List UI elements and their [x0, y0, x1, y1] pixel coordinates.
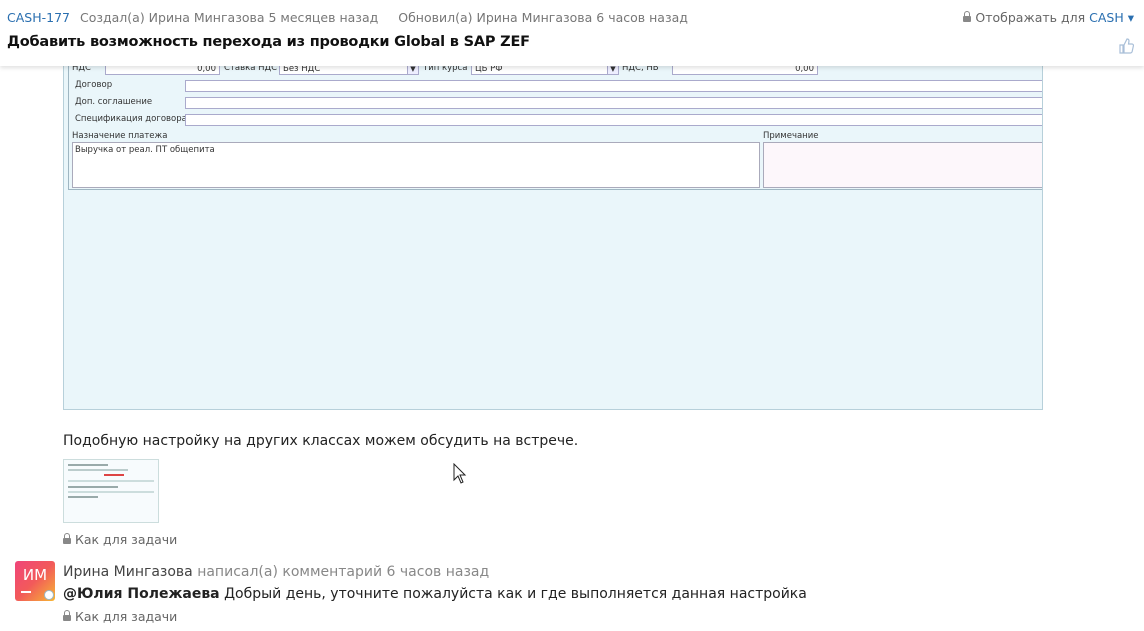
visibility-label: Как для задачи [75, 609, 178, 624]
addendum-field [185, 97, 1042, 109]
updated-info: Обновил(а) Ирина Мингазова 6 часов назад [398, 10, 688, 25]
visibility-dropdown[interactable]: Отображать для CASH ▾ [963, 10, 1134, 25]
status-badge-icon [44, 590, 54, 600]
note-label: Примечание [763, 131, 819, 141]
sap-screenshot: НДС 0,00 Ставка НДС Без НДС ▼ Тип курса Ц… [63, 56, 1043, 410]
contract-label: Договор [75, 80, 113, 90]
addendum-label: Доп. соглашение [75, 97, 153, 107]
note-textarea [763, 142, 1042, 188]
issue-title: Добавить возможность перехода из проводк… [7, 34, 530, 50]
comment-author[interactable]: Ирина Мингазова [63, 564, 193, 580]
lock-icon [63, 610, 71, 621]
purpose-label: Назначение платежа [72, 131, 168, 141]
lock-icon [63, 533, 71, 544]
comment-author-line: Ирина Мингазова написал(а) комментарий 6… [63, 564, 489, 580]
spec-label: Спецификация договора [75, 114, 187, 124]
contract-field [185, 80, 1042, 92]
spec-field [185, 114, 1042, 126]
thumbs-up-icon[interactable] [1118, 38, 1134, 54]
visibility-prefix: Отображать для [975, 10, 1086, 25]
comment-visibility: Как для задачи [63, 532, 177, 547]
comment-text: Добрый день, уточните пожалуйста как и г… [219, 586, 807, 602]
mouse-cursor-icon [453, 463, 467, 484]
description-text: Подобную настройку на других классах мож… [63, 433, 579, 449]
chevron-down-icon: ▾ [1123, 10, 1134, 25]
issue-header: CASH-177 Создал(а) Ирина Мингазова 5 мес… [0, 0, 1144, 66]
sap-form: НДС 0,00 Ставка НДС Без НДС ▼ Тип курса Ц… [68, 57, 1042, 190]
attachment-thumbnail[interactable] [63, 459, 159, 523]
comment-body: @Юлия Полежаева Добрый день, уточните по… [63, 586, 807, 602]
created-info: Создал(а) Ирина Мингазова 5 месяцев наза… [79, 10, 379, 25]
issue-meta: CASH-177 Создал(а) Ирина Мингазова 5 мес… [7, 10, 688, 25]
issue-key-link[interactable]: CASH-177 [7, 10, 70, 25]
comment-visibility: Как для задачи [63, 609, 177, 624]
visibility-label: Как для задачи [75, 532, 178, 547]
avatar-initials: ИМ [22, 566, 48, 584]
purpose-textarea: Выручка от реал. ПТ общепита [72, 142, 760, 188]
mention-link[interactable]: @Юлия Полежаева [63, 586, 220, 602]
visibility-project: CASH [1089, 10, 1124, 25]
lock-icon [963, 11, 972, 22]
comment-action: написал(а) комментарий 6 часов назад [197, 564, 490, 580]
